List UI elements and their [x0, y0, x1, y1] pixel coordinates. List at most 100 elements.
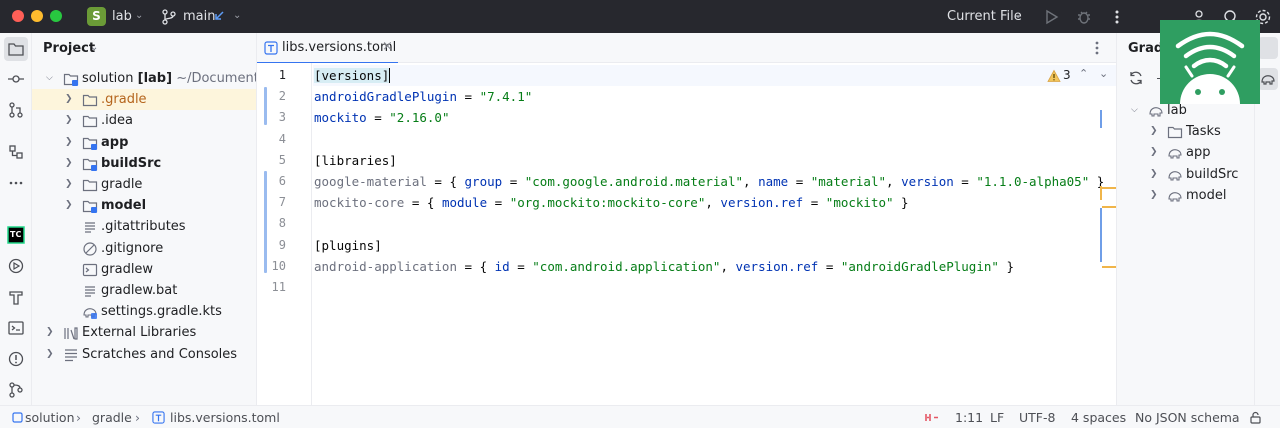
- chevron-right-icon[interactable]: ❯: [1150, 164, 1158, 185]
- minimize-window-button[interactable]: [31, 10, 43, 22]
- tree-item[interactable]: ❯ Scratches and Consoles: [32, 344, 256, 365]
- tree-item[interactable]: gradlew.bat: [32, 280, 256, 301]
- tree-item[interactable]: ❯ buildSrc: [32, 153, 256, 174]
- teamcity-icon[interactable]: TC: [7, 226, 25, 244]
- code-line: android-application = { id = "com.androi…: [314, 258, 1014, 274]
- problems-icon[interactable]: [7, 350, 25, 368]
- tree-item[interactable]: ❯ app: [32, 132, 256, 153]
- reload-icon[interactable]: [1128, 70, 1144, 86]
- incoming-changes-icon[interactable]: [212, 9, 226, 23]
- indent-setting[interactable]: 4 spaces: [1071, 410, 1126, 425]
- chevron-down-icon[interactable]: ⌵: [1131, 100, 1138, 121]
- text-file-icon: [85, 286, 95, 297]
- chevron-right-icon[interactable]: ❯: [65, 110, 73, 131]
- chevron-down-icon[interactable]: ⌄: [1014, 10, 1022, 21]
- chevron-down-icon[interactable]: ⌄: [233, 10, 241, 21]
- chevron-right-icon[interactable]: ❯: [65, 195, 73, 216]
- scrollbar-warning-mark: [1102, 206, 1116, 208]
- scrollbar-change-mark: [1100, 110, 1102, 128]
- previous-highlight-icon[interactable]: ⌃: [1079, 67, 1088, 80]
- gradle-elephant-icon: [1261, 75, 1275, 85]
- structure-icon[interactable]: [7, 143, 25, 161]
- chevron-right-icon[interactable]: ❯: [65, 153, 73, 174]
- close-tab-icon[interactable]: ×: [382, 39, 393, 54]
- more-tools-icon[interactable]: [7, 174, 25, 192]
- gradle-tree-item[interactable]: ❯ buildSrc: [1117, 164, 1254, 185]
- branch-icon[interactable]: [160, 8, 178, 26]
- library-icon: [64, 327, 78, 340]
- breadcrumb-gradle[interactable]: gradle: [92, 410, 132, 425]
- line-number-gutter[interactable]: 1 2 3 4 5 6 7 8 9 10 11: [257, 63, 312, 405]
- warning-count[interactable]: 3: [1063, 68, 1071, 82]
- pull-requests-icon[interactable]: [7, 101, 25, 119]
- project-name[interactable]: lab: [112, 9, 132, 24]
- chevron-right-icon[interactable]: ❯: [65, 132, 73, 153]
- breadcrumb-file[interactable]: libs.versions.toml: [170, 410, 280, 425]
- terminal-icon[interactable]: [7, 319, 25, 337]
- gradle-tree-item[interactable]: ❯ Tasks: [1117, 121, 1254, 142]
- tree-item[interactable]: ❯ gradle: [32, 174, 256, 195]
- code-editor[interactable]: 1 2 3 4 5 6 7 8 9 10 11 [versions] androidGradlePlu…: [257, 63, 1116, 405]
- gradle-module-icon: [1168, 149, 1182, 159]
- chevron-right-icon[interactable]: ❯: [46, 322, 54, 343]
- text-caret: [389, 68, 391, 83]
- line-number: 2: [278, 89, 286, 104]
- tree-item[interactable]: ❯ model: [32, 195, 256, 216]
- version-control-icon[interactable]: [7, 381, 25, 399]
- project-folder-icon[interactable]: [7, 40, 25, 58]
- next-highlight-icon[interactable]: ⌄: [1099, 67, 1108, 80]
- tab-libs-versions-toml[interactable]: libs.versions.toml ×: [257, 33, 398, 64]
- chevron-right-icon[interactable]: ❯: [65, 174, 73, 195]
- commit-icon[interactable]: [7, 70, 25, 88]
- zoom-window-button[interactable]: [50, 10, 62, 22]
- tree-item[interactable]: .gitattributes: [32, 216, 256, 237]
- chevron-down-icon[interactable]: ⌄: [90, 42, 98, 53]
- file-encoding[interactable]: UTF-8: [1019, 410, 1055, 425]
- close-window-button[interactable]: [12, 10, 24, 22]
- run-icon[interactable]: [1042, 8, 1060, 26]
- project-panel-title[interactable]: Project: [43, 41, 95, 56]
- chevron-right-icon[interactable]: ❯: [65, 89, 73, 110]
- line-separator[interactable]: LF: [990, 410, 1004, 425]
- chevron-down-icon[interactable]: ⌵: [46, 68, 53, 89]
- read-only-lock-icon[interactable]: [1249, 411, 1262, 424]
- svg-text:TC: TC: [10, 230, 21, 239]
- build-hammer-icon[interactable]: [7, 288, 25, 306]
- chevron-right-icon[interactable]: ❯: [1150, 121, 1158, 142]
- tree-item[interactable]: gradlew: [32, 259, 256, 280]
- scrollbar-warning-mark: [1102, 266, 1116, 268]
- tree-item[interactable]: settings.gradle.kts: [32, 301, 256, 322]
- line-number: 10: [271, 258, 286, 273]
- tree-item[interactable]: ⌵ solution [lab] ~/Documents/1: [32, 68, 256, 89]
- chevron-right-icon[interactable]: ❯: [1150, 142, 1158, 163]
- run-config-selector[interactable]: Current File: [947, 9, 1022, 24]
- services-icon[interactable]: [7, 257, 25, 275]
- tab-options-icon[interactable]: [1089, 40, 1105, 56]
- gradle-tree-item[interactable]: ❯ model: [1117, 185, 1254, 206]
- vcs-change-marker[interactable]: [264, 87, 267, 125]
- caret-position[interactable]: 1:11: [955, 410, 983, 425]
- notifications-tool-button[interactable]: [1258, 37, 1278, 59]
- project-badge[interactable]: S: [87, 7, 106, 26]
- scrollbar-warning-mark: [1102, 187, 1116, 189]
- breadcrumb-solution[interactable]: solution: [25, 410, 75, 425]
- tree-item-label: buildSrc: [101, 155, 162, 171]
- chevron-right-icon[interactable]: ❯: [1150, 185, 1158, 206]
- tree-item[interactable]: .gitignore: [32, 238, 256, 259]
- chevron-down-icon[interactable]: ⌄: [135, 10, 143, 21]
- tree-item[interactable]: ❯ .gradle: [32, 89, 256, 111]
- warning-triangle-icon[interactable]: [1047, 69, 1061, 83]
- json-schema-selector[interactable]: No JSON schema: [1135, 410, 1240, 425]
- debug-icon[interactable]: [1075, 8, 1093, 26]
- gradle-tree-item[interactable]: ❯ app: [1117, 142, 1254, 163]
- text-file-icon: [85, 222, 95, 233]
- breadcrumb-separator-icon: ›: [135, 410, 140, 425]
- vcs-change-marker[interactable]: [264, 171, 267, 273]
- tree-item[interactable]: ❯ .idea: [32, 110, 256, 131]
- tree-item-label: model: [101, 198, 147, 214]
- tree-item[interactable]: ❯ External Libraries: [32, 322, 256, 343]
- ai-assistant-icon[interactable]: [924, 412, 940, 423]
- chevron-right-icon[interactable]: ❯: [46, 344, 54, 365]
- more-actions-icon[interactable]: [1108, 8, 1126, 26]
- branch-name[interactable]: main: [183, 9, 215, 24]
